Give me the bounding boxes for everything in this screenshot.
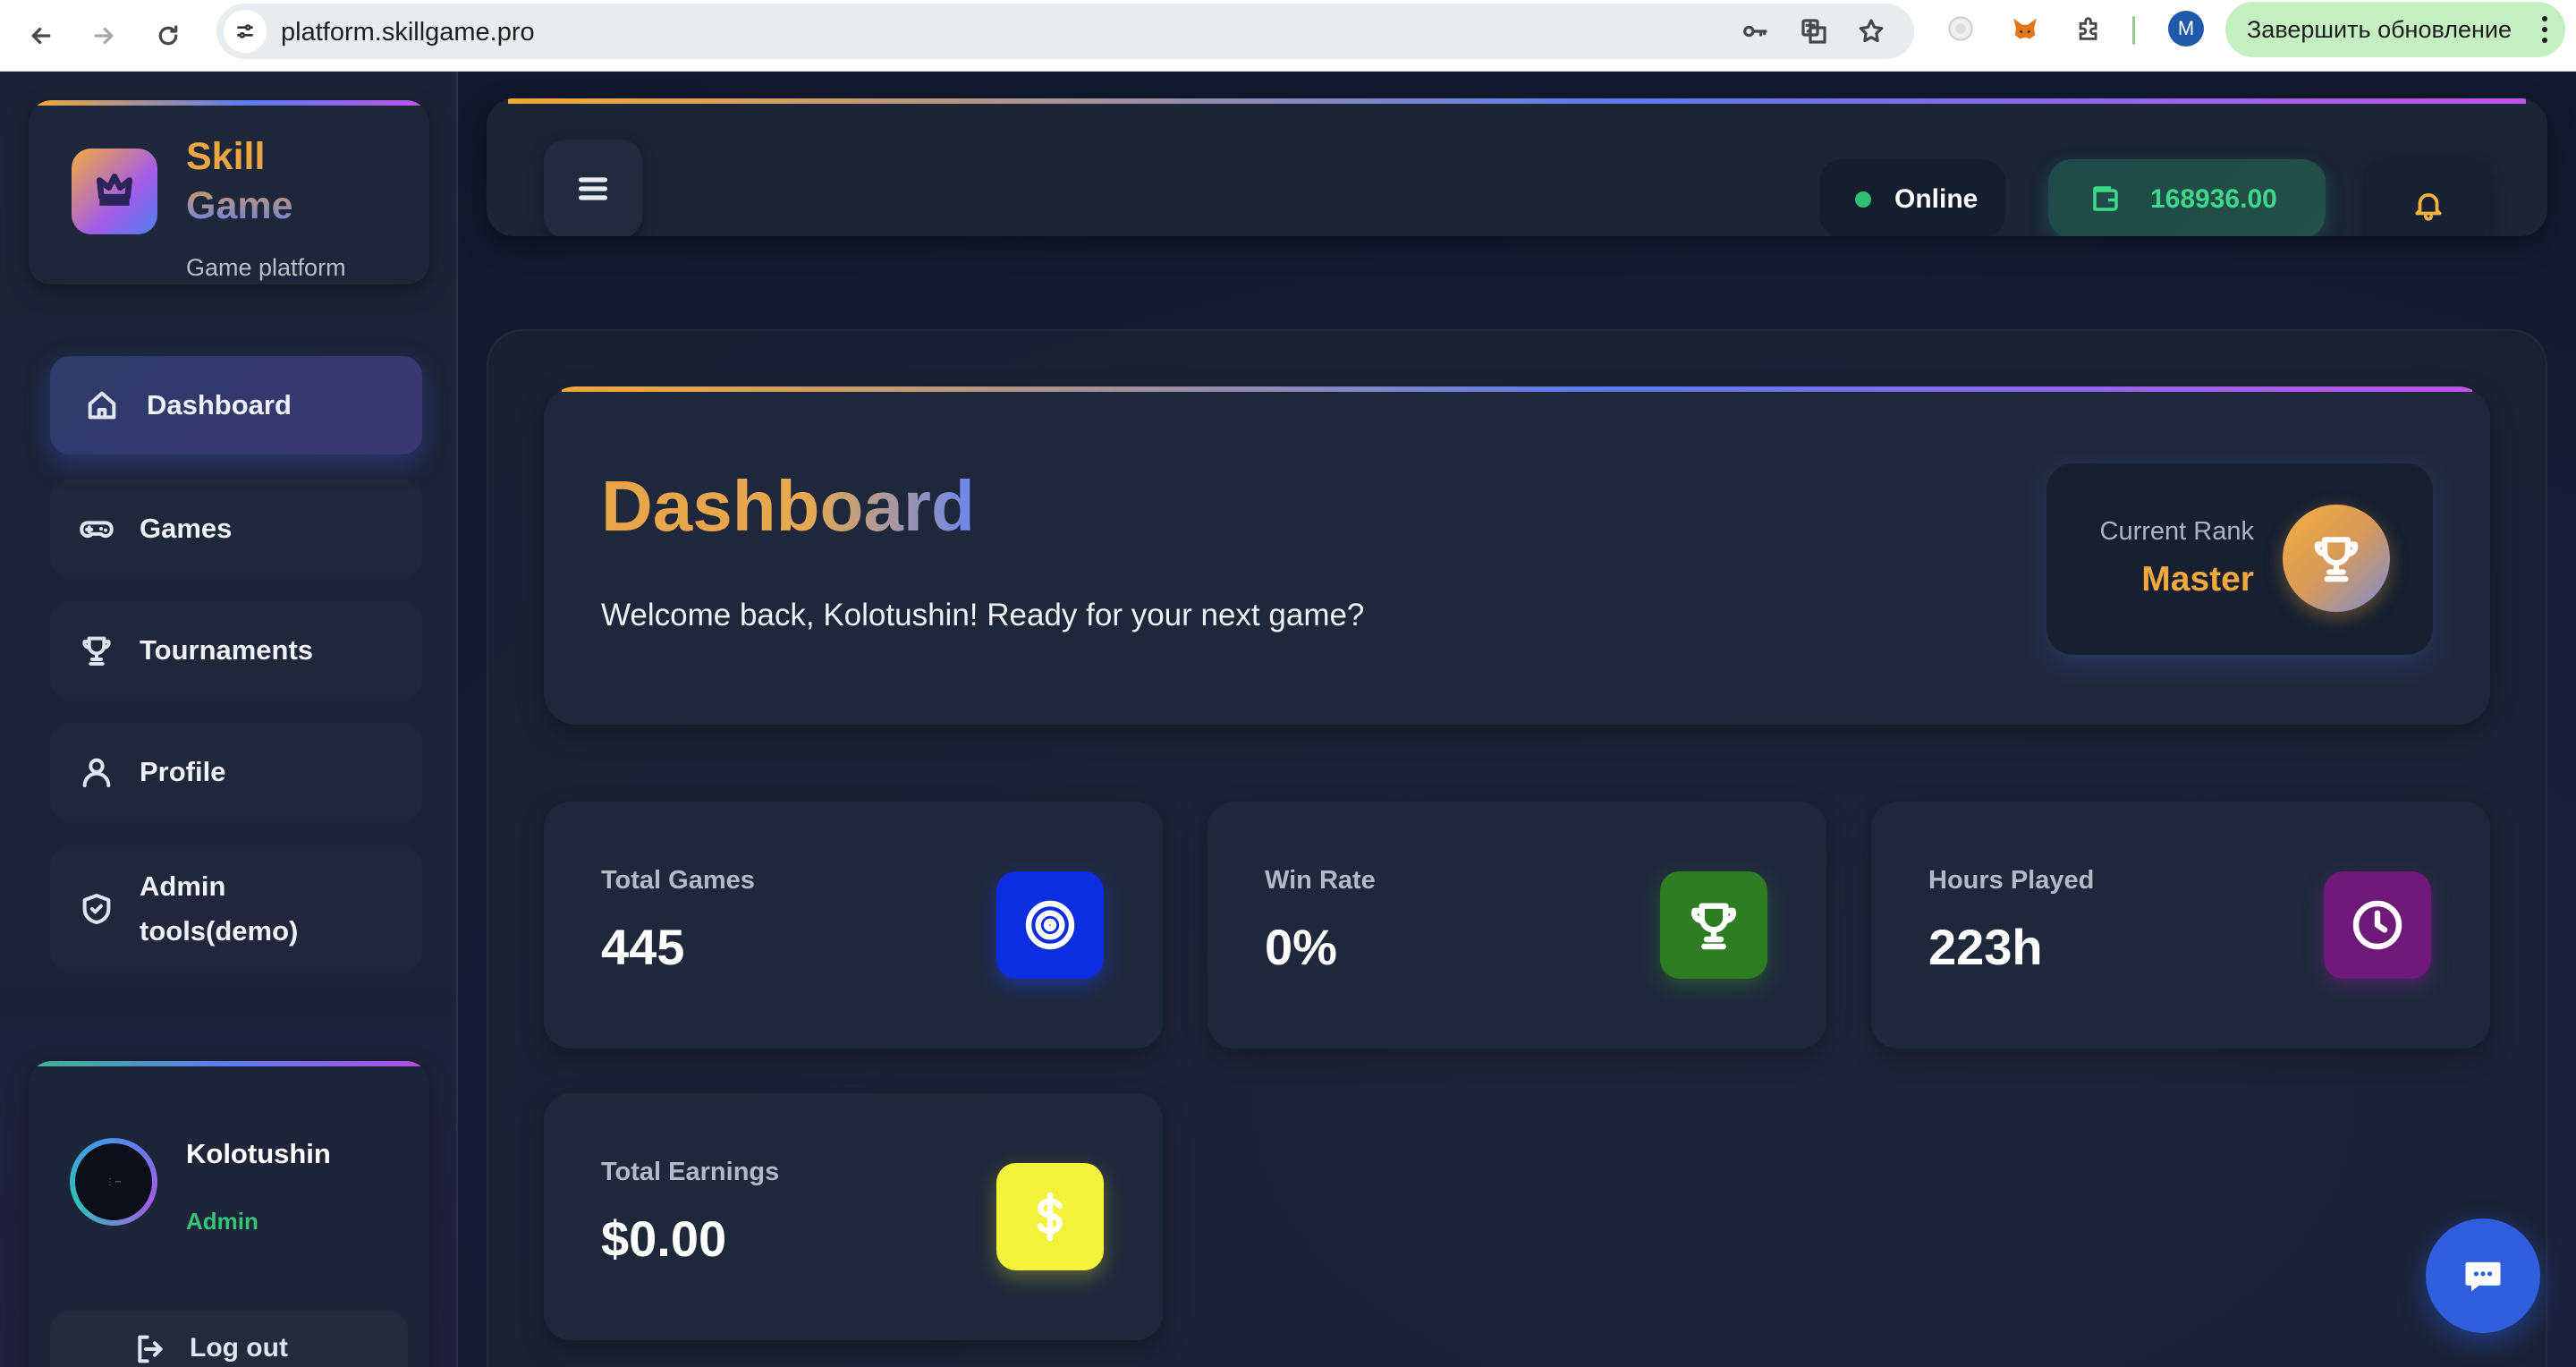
brand-card: Skill Game Game platform bbox=[29, 100, 429, 284]
trophy-icon bbox=[1660, 871, 1767, 979]
user-icon bbox=[77, 752, 116, 792]
gradient-accent-bar bbox=[508, 98, 2526, 104]
app-root: Skill Game Game platform Dashboard Games… bbox=[0, 72, 2576, 1367]
target-icon bbox=[996, 871, 1104, 979]
url-text[interactable]: platform.skillgame.pro bbox=[281, 18, 535, 47]
trophy-icon bbox=[77, 631, 116, 670]
sidebar: Skill Game Game platform Dashboard Games… bbox=[0, 72, 458, 1367]
current-rank-card: Current Rank Master bbox=[2046, 463, 2433, 655]
toolbar-separator bbox=[2132, 16, 2135, 45]
shield-check-icon bbox=[77, 889, 116, 929]
chat-bubble-icon bbox=[2465, 1261, 2501, 1292]
menu-toggle-button[interactable] bbox=[544, 140, 642, 236]
brand-subtitle: Game platform bbox=[186, 254, 346, 281]
trophy-icon bbox=[2283, 505, 2390, 612]
chat-support-button[interactable] bbox=[2426, 1218, 2540, 1333]
arrow-right-icon bbox=[94, 27, 114, 45]
stat-card-total-games: Total Games 445 bbox=[544, 802, 1163, 1049]
tune-icon bbox=[237, 24, 253, 38]
stat-label: Win Rate bbox=[1265, 866, 1376, 895]
wallet-balance-button[interactable]: 168936.00 bbox=[2048, 159, 2326, 236]
status-dot-icon bbox=[1855, 191, 1871, 208]
sidebar-item-label: Dashboard bbox=[147, 389, 292, 420]
logout-label: Log out bbox=[190, 1333, 288, 1363]
online-status-indicator: Online bbox=[1819, 159, 2005, 236]
reload-icon bbox=[158, 25, 178, 46]
dollar-icon bbox=[996, 1163, 1104, 1270]
notifications-button[interactable] bbox=[2367, 159, 2490, 236]
forward-button[interactable] bbox=[80, 13, 127, 59]
stat-value: $0.00 bbox=[601, 1210, 727, 1267]
site-info-button[interactable] bbox=[224, 10, 267, 53]
browser-profile-avatar[interactable]: M bbox=[2168, 11, 2204, 47]
sidebar-item-label: Tournaments bbox=[140, 634, 314, 666]
sidebar-item-label: Games bbox=[140, 513, 233, 544]
stat-value: 445 bbox=[601, 919, 685, 975]
stat-card-hours-played: Hours Played 223h bbox=[1871, 802, 2490, 1049]
sidebar-item-label: Profile bbox=[140, 756, 226, 787]
sidebar-item-games[interactable]: Games bbox=[50, 480, 422, 578]
rank-value: Master bbox=[2141, 560, 2254, 599]
bell-icon bbox=[2415, 193, 2442, 221]
extension-circle-icon[interactable] bbox=[1943, 11, 1979, 47]
sidebar-item-dashboard[interactable]: Dashboard bbox=[50, 356, 422, 454]
password-key-icon[interactable] bbox=[1739, 15, 1771, 47]
gradient-accent-bar bbox=[29, 100, 429, 106]
top-header: Online 168936.00 bbox=[487, 98, 2547, 236]
browser-toolbar: platform.skillgame.pro M Завершить обнов… bbox=[0, 0, 2576, 72]
dashboard-hero-card: Dashboard Welcome back, Kolotushin! Read… bbox=[544, 386, 2490, 725]
avatar[interactable]: ⋮⋯ bbox=[70, 1138, 157, 1226]
gradient-accent-bar bbox=[562, 386, 2472, 392]
update-browser-button[interactable]: Завершить обновление bbox=[2225, 2, 2565, 57]
back-button[interactable] bbox=[18, 13, 64, 59]
stat-value: 223h bbox=[1928, 919, 2043, 975]
user-name: Kolotushin bbox=[186, 1138, 331, 1169]
sidebar-item-tournaments[interactable]: Tournaments bbox=[50, 601, 422, 700]
metamask-fox-icon[interactable] bbox=[2007, 11, 2043, 47]
stat-label: Hours Played bbox=[1928, 866, 2095, 895]
stat-value: 0% bbox=[1265, 919, 1337, 975]
kebab-menu-icon[interactable] bbox=[2542, 16, 2547, 43]
clock-icon bbox=[2324, 871, 2431, 979]
address-bar[interactable]: platform.skillgame.pro bbox=[216, 4, 1914, 59]
logout-button[interactable]: Log out bbox=[50, 1312, 408, 1367]
page-title: Dashboard bbox=[601, 466, 975, 546]
user-role-badge: Admin bbox=[186, 1208, 258, 1235]
home-icon bbox=[82, 386, 122, 425]
sidebar-item-label: Admin tools(demo) bbox=[140, 870, 299, 947]
extensions-puzzle-icon[interactable] bbox=[2072, 11, 2107, 47]
bookmark-star-icon[interactable] bbox=[1855, 15, 1887, 47]
online-status-label: Online bbox=[1894, 184, 1979, 214]
gamepad-icon bbox=[77, 509, 116, 548]
arrow-left-icon bbox=[31, 27, 51, 45]
rank-label: Current Rank bbox=[2099, 517, 2254, 546]
sidebar-item-profile[interactable]: Profile bbox=[50, 723, 422, 821]
wallet-icon bbox=[2093, 186, 2118, 211]
wallet-balance: 168936.00 bbox=[2150, 184, 2277, 214]
update-button-label: Завершить обновление bbox=[2247, 15, 2512, 43]
stat-card-total-earnings: Total Earnings $0.00 bbox=[544, 1093, 1163, 1340]
gradient-accent-bar bbox=[29, 1061, 429, 1066]
logout-icon bbox=[138, 1335, 163, 1363]
translate-icon[interactable] bbox=[1798, 15, 1830, 47]
stat-label: Total Earnings bbox=[601, 1158, 780, 1186]
hamburger-icon bbox=[579, 177, 607, 200]
stat-card-win-rate: Win Rate 0% bbox=[1208, 802, 1826, 1049]
reload-button[interactable] bbox=[145, 13, 191, 59]
sidebar-item-admin-tools[interactable]: Admin tools(demo) bbox=[50, 846, 422, 972]
welcome-message: Welcome back, Kolotushin! Ready for your… bbox=[601, 598, 1365, 633]
stat-label: Total Games bbox=[601, 866, 755, 895]
user-card: ⋮⋯ Kolotushin Admin Log out bbox=[29, 1061, 429, 1367]
crown-logo-icon bbox=[72, 149, 157, 234]
brand-name: Skill Game bbox=[186, 132, 365, 231]
